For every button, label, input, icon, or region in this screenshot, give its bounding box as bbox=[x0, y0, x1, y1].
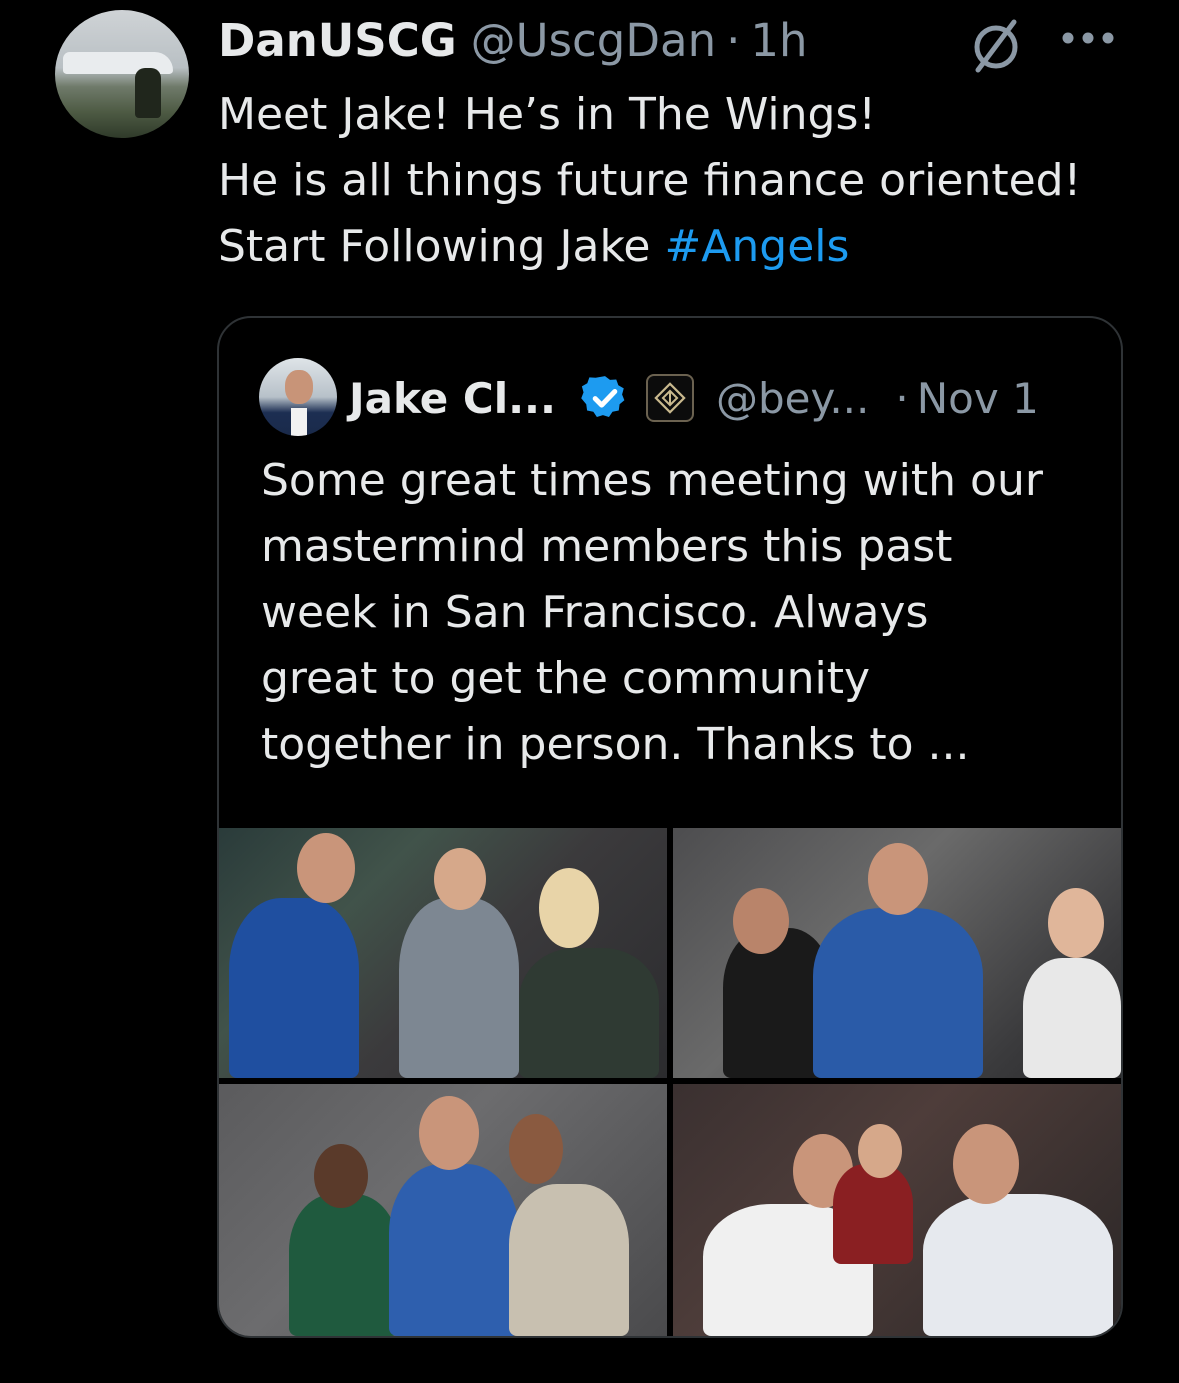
person-head bbox=[314, 1144, 368, 1208]
author-display-name[interactable]: DanUSCG bbox=[218, 14, 457, 67]
person-figure bbox=[509, 1184, 629, 1336]
photo-4[interactable] bbox=[673, 1084, 1121, 1336]
more-icon[interactable] bbox=[1060, 30, 1116, 46]
quoted-tweet-header: Jake Cl... @bey... · Nov 1 bbox=[349, 368, 1039, 428]
tweet-text-line: Meet Jake! He’s in The Wings! bbox=[218, 89, 877, 140]
author-avatar[interactable] bbox=[55, 10, 189, 138]
person-head bbox=[858, 1124, 902, 1178]
header-separator: · bbox=[726, 13, 741, 67]
person-head bbox=[733, 888, 789, 954]
quoted-tweet-text: Some great times meeting with our master… bbox=[261, 448, 1101, 778]
org-badge-icon[interactable] bbox=[645, 374, 694, 422]
quoted-author-handle[interactable]: @bey... bbox=[716, 374, 869, 423]
person-head bbox=[868, 843, 928, 915]
quoted-text-line: mastermind members this past bbox=[261, 521, 953, 572]
person-head bbox=[509, 1114, 563, 1184]
person-head bbox=[297, 833, 355, 903]
person-head bbox=[953, 1124, 1019, 1204]
avatar-face bbox=[285, 370, 313, 404]
tweet[interactable]: DanUSCG @UscgDan · 1h Meet Jake! He’s in… bbox=[0, 0, 1179, 1383]
verified-icon bbox=[581, 376, 625, 417]
tweet-text-line: He is all things future finance oriented… bbox=[218, 155, 1082, 206]
person-figure bbox=[813, 908, 983, 1078]
tweet-text-line: Start Following Jake #Angels bbox=[218, 214, 1158, 280]
person-figure bbox=[289, 1194, 399, 1336]
quoted-tweet-timestamp[interactable]: Nov 1 bbox=[917, 374, 1039, 423]
person-head bbox=[539, 868, 599, 948]
person-figure bbox=[519, 948, 659, 1078]
avatar-person bbox=[135, 68, 161, 118]
quoted-text-line: great to get the community bbox=[261, 653, 871, 704]
tweet-text-fragment: Start Following Jake bbox=[218, 221, 665, 272]
quoted-text-line: Some great times meeting with our bbox=[261, 455, 1043, 506]
person-head bbox=[419, 1096, 479, 1170]
tweet-header: DanUSCG @UscgDan · 1h bbox=[218, 10, 808, 70]
tweet-timestamp[interactable]: 1h bbox=[750, 14, 807, 67]
person-head bbox=[1048, 888, 1104, 958]
author-handle[interactable]: @UscgDan bbox=[471, 14, 716, 67]
photo-grid bbox=[219, 828, 1121, 1336]
person-figure bbox=[399, 898, 519, 1078]
quoted-author-display-name[interactable]: Jake Cl... bbox=[349, 374, 556, 423]
person-figure bbox=[833, 1164, 913, 1264]
org-badge-glyph bbox=[654, 382, 686, 414]
quoted-text-line: together in person. Thanks to ... bbox=[261, 719, 970, 770]
person-head bbox=[434, 848, 486, 910]
person-figure bbox=[389, 1164, 519, 1336]
person-figure bbox=[1023, 958, 1121, 1078]
quoted-header-separator: · bbox=[895, 373, 909, 423]
no-entry-icon[interactable] bbox=[966, 16, 1028, 74]
tweet-text: Meet Jake! He’s in The Wings! He is all … bbox=[218, 82, 1158, 280]
quoted-author-avatar[interactable] bbox=[259, 358, 337, 436]
quoted-tweet-card[interactable]: Jake Cl... @bey... · Nov 1 Some great ti… bbox=[217, 316, 1123, 1338]
photo-3[interactable] bbox=[219, 1084, 667, 1336]
avatar-shirt bbox=[291, 408, 307, 436]
photo-1[interactable] bbox=[219, 828, 667, 1078]
person-figure bbox=[229, 898, 359, 1078]
hashtag-link[interactable]: #Angels bbox=[664, 221, 849, 272]
person-figure bbox=[923, 1194, 1113, 1336]
photo-2[interactable] bbox=[673, 828, 1121, 1078]
quoted-text-line: week in San Francisco. Always bbox=[261, 587, 929, 638]
